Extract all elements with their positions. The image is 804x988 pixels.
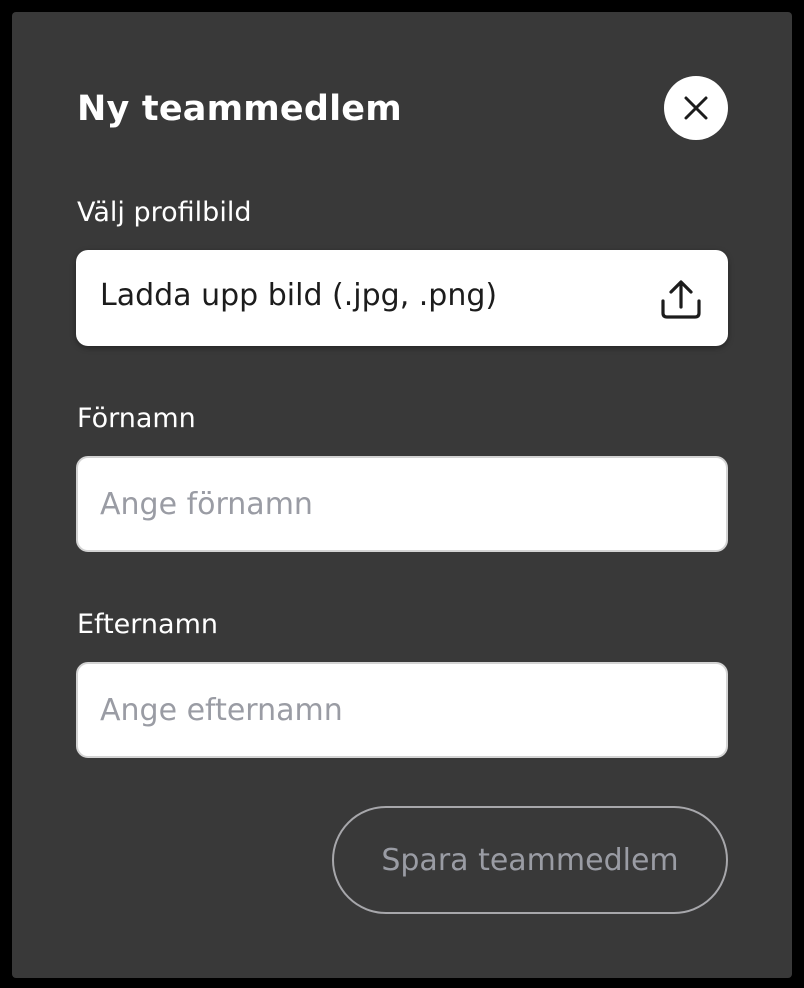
dialog-title: Ny teammedlem [77,89,402,129]
close-icon [684,96,708,120]
upload-image-text: Ladda upp bild (.jpg, .png) [100,278,498,313]
upload-icon [661,280,701,319]
new-team-member-dialog: Ny teammedlem Välj profilbild Ladda upp … [12,12,792,978]
close-button[interactable] [664,76,728,140]
last-name-label: Efternamn [77,609,218,640]
upload-image-button[interactable]: Ladda upp bild (.jpg, .png) [76,250,728,346]
save-team-member-button[interactable]: Spara teammedlem [332,806,728,914]
profile-image-label: Välj profilbild [77,197,252,228]
last-name-input[interactable] [76,662,728,758]
first-name-input[interactable] [76,456,728,552]
first-name-label: Förnamn [77,403,196,434]
